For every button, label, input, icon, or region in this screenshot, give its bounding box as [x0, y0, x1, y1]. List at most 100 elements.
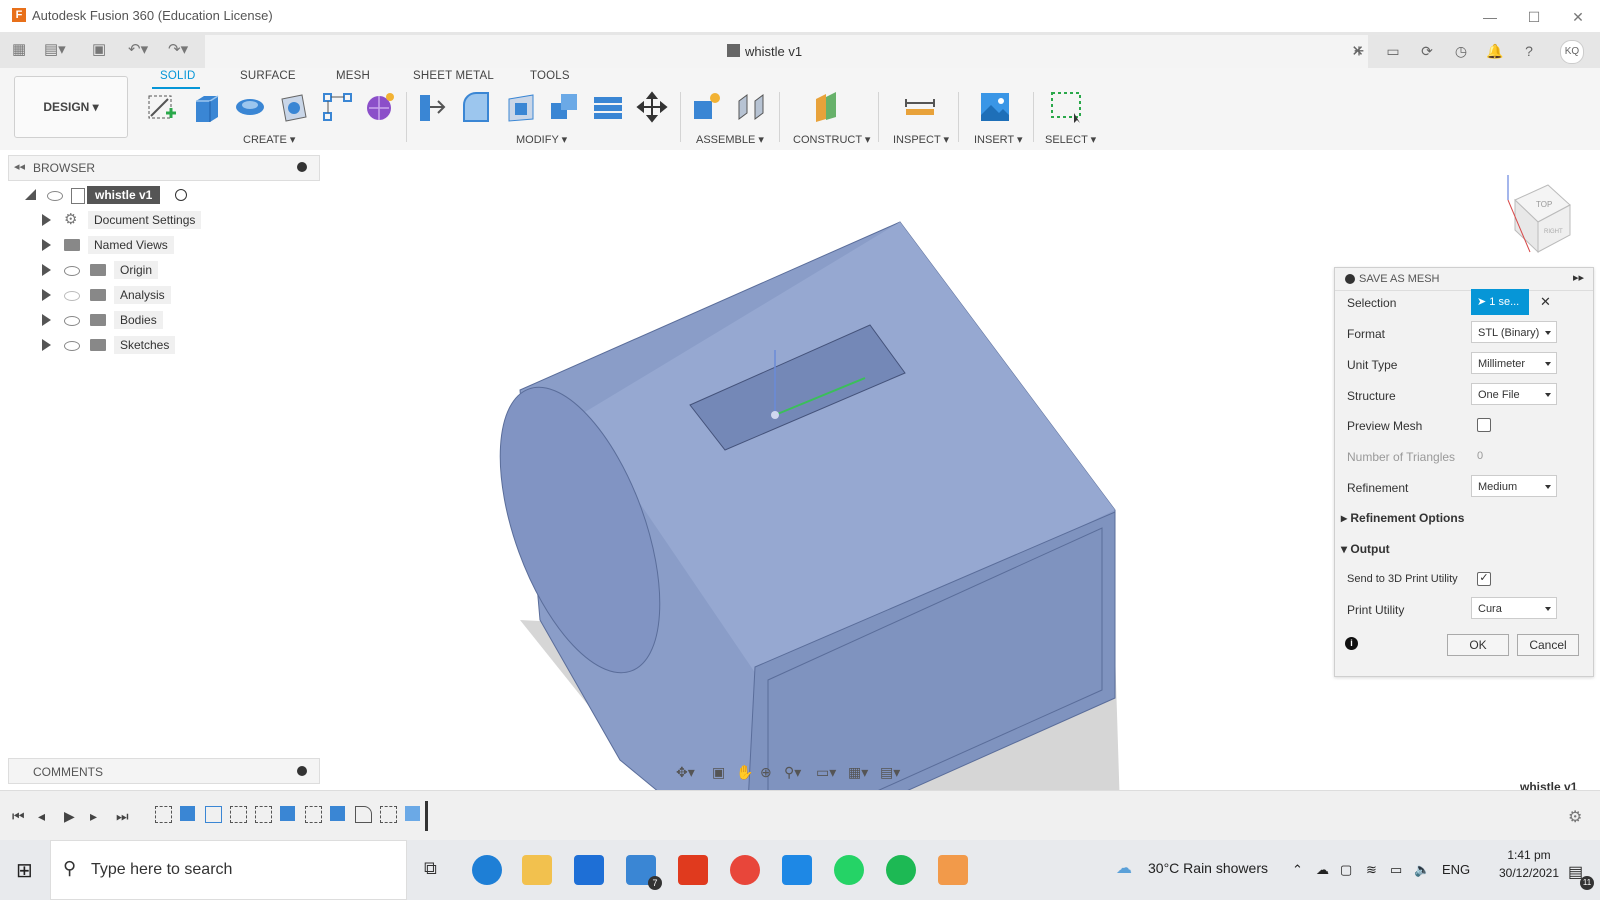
- save-icon[interactable]: ▣: [92, 40, 106, 58]
- timeline-marker[interactable]: [425, 801, 428, 831]
- minimize-button[interactable]: —: [1470, 6, 1510, 28]
- assemble-group-menu[interactable]: ASSEMBLE ▾: [696, 133, 764, 146]
- tab-tools[interactable]: TOOLS: [530, 70, 570, 82]
- fillet-icon[interactable]: [460, 91, 492, 123]
- unit-type-select[interactable]: Millimeter: [1471, 352, 1557, 374]
- timeline-sketch-icon[interactable]: [380, 806, 397, 823]
- browser-pin-icon[interactable]: [297, 162, 307, 172]
- joint-icon[interactable]: [735, 91, 767, 123]
- step-forward-icon[interactable]: ▸: [90, 808, 97, 825]
- fusion-taskbar-icon[interactable]: [938, 855, 968, 885]
- edge-browser-icon[interactable]: [472, 855, 502, 885]
- comments-panel-header[interactable]: COMMENTS: [8, 758, 320, 784]
- pan-hand-icon[interactable]: ✋: [736, 764, 753, 781]
- create-sketch-icon[interactable]: [146, 91, 178, 123]
- cancel-button[interactable]: Cancel: [1517, 634, 1579, 656]
- tab-mesh[interactable]: MESH: [336, 70, 370, 82]
- battery-icon[interactable]: ▭: [1390, 862, 1402, 878]
- offset-plane-icon[interactable]: [812, 91, 844, 123]
- close-window-button[interactable]: ✕: [1558, 6, 1598, 28]
- preview-mesh-checkbox[interactable]: [1477, 418, 1491, 432]
- create-form-icon[interactable]: [364, 91, 396, 123]
- expand-arrow-icon[interactable]: [42, 264, 51, 276]
- expand-arrow-icon[interactable]: [42, 314, 51, 326]
- tab-sheet-metal[interactable]: SHEET METAL: [413, 70, 494, 82]
- grid-settings-icon[interactable]: ▦▾: [848, 764, 868, 781]
- notifications-bell-icon[interactable]: 🔔: [1484, 40, 1506, 62]
- ok-button[interactable]: OK: [1447, 634, 1509, 656]
- shell-icon[interactable]: [505, 91, 537, 123]
- tab-surface[interactable]: SURFACE: [240, 70, 296, 82]
- sync-icon[interactable]: ⟳: [1416, 40, 1438, 62]
- maximize-button[interactable]: ☐: [1514, 6, 1554, 28]
- undo-icon[interactable]: ↶▾: [128, 40, 148, 58]
- expand-arrow-icon[interactable]: [42, 339, 51, 351]
- whatsapp-icon[interactable]: [834, 855, 864, 885]
- file-explorer-icon[interactable]: [522, 855, 552, 885]
- go-to-start-icon[interactable]: ⏮: [12, 808, 25, 825]
- timeline-fillet-icon[interactable]: [355, 806, 372, 823]
- new-tab-plus-icon[interactable]: +: [1348, 40, 1370, 62]
- timeline-settings-gear-icon[interactable]: ⚙: [1568, 807, 1582, 827]
- hole-icon[interactable]: [278, 91, 310, 123]
- timeline-shell-icon[interactable]: [205, 806, 222, 823]
- press-pull-icon[interactable]: [416, 91, 448, 123]
- timeline-sketch-icon[interactable]: [255, 806, 272, 823]
- format-select[interactable]: STL (Binary): [1471, 321, 1557, 343]
- clear-selection-icon[interactable]: ✕: [1540, 294, 1551, 310]
- modify-group-menu[interactable]: MODIFY ▾: [516, 133, 567, 146]
- office-icon[interactable]: [678, 855, 708, 885]
- data-panel-grid-icon[interactable]: ▦: [12, 40, 26, 58]
- language-indicator[interactable]: ENG: [1442, 862, 1470, 877]
- fit-icon[interactable]: ⚲▾: [784, 764, 801, 781]
- insert-group-menu[interactable]: INSERT ▾: [974, 133, 1023, 146]
- selection-button[interactable]: ➤ 1 se...: [1471, 289, 1529, 315]
- info-icon[interactable]: i: [1345, 637, 1358, 650]
- extrude-icon[interactable]: [190, 91, 222, 123]
- structure-select[interactable]: One File: [1471, 383, 1557, 405]
- expand-arrow-icon[interactable]: [42, 289, 51, 301]
- collapse-browser-icon[interactable]: ◂◂: [14, 160, 25, 173]
- step-back-icon[interactable]: ◂: [38, 808, 45, 825]
- send-to-print-checkbox[interactable]: ✓: [1477, 572, 1491, 586]
- select-window-icon[interactable]: [1050, 91, 1082, 123]
- tab-solid[interactable]: SOLID: [160, 70, 196, 82]
- visibility-eye-icon[interactable]: [64, 341, 80, 351]
- construct-group-menu[interactable]: CONSTRUCT ▾: [793, 133, 870, 146]
- inspect-group-menu[interactable]: INSPECT ▾: [893, 133, 949, 146]
- dialog-minus-icon[interactable]: [1345, 274, 1355, 284]
- wifi-icon[interactable]: ≋: [1366, 862, 1377, 878]
- user-avatar[interactable]: KQ: [1560, 40, 1584, 64]
- expand-dialog-icon[interactable]: ▸▸: [1573, 271, 1584, 284]
- expand-arrow-icon[interactable]: [42, 239, 51, 251]
- spotify-icon[interactable]: [886, 855, 916, 885]
- dialog-header[interactable]: SAVE AS MESH ▸▸: [1335, 268, 1593, 291]
- browser-header[interactable]: ◂◂ BROWSER: [8, 155, 320, 181]
- timeline-sketch-icon[interactable]: [230, 806, 247, 823]
- expand-arrow-icon[interactable]: [42, 214, 51, 226]
- play-icon[interactable]: ▶: [64, 808, 75, 825]
- combine-icon[interactable]: [549, 91, 581, 123]
- view-cube-icon[interactable]: TOP RIGHT: [1500, 170, 1580, 260]
- measure-icon[interactable]: [904, 91, 936, 123]
- cloud-icon[interactable]: ☁: [1316, 862, 1329, 878]
- create-group-menu[interactable]: CREATE ▾: [243, 133, 295, 146]
- insert-image-icon[interactable]: [979, 91, 1011, 123]
- visibility-eye-icon[interactable]: [64, 316, 80, 326]
- new-component-icon[interactable]: [690, 91, 722, 123]
- move-copy-icon[interactable]: [636, 91, 668, 123]
- weather-text[interactable]: 30°C Rain showers: [1148, 860, 1268, 876]
- windows-start-icon[interactable]: ⊞: [16, 858, 33, 883]
- go-to-end-icon[interactable]: ⏭: [116, 808, 129, 825]
- browser-root-row[interactable]: whistle v1: [25, 185, 325, 207]
- pattern-icon[interactable]: [322, 91, 354, 123]
- timeline-sketch-icon[interactable]: [155, 806, 172, 823]
- comments-icon[interactable]: ▭: [1382, 40, 1404, 62]
- clock[interactable]: 1:41 pm 30/12/2021: [1494, 848, 1564, 880]
- add-comment-icon[interactable]: [297, 766, 307, 776]
- redo-icon[interactable]: ↷▾: [168, 40, 188, 58]
- revolve-icon[interactable]: [234, 91, 266, 123]
- timeline-extrude-icon[interactable]: [330, 806, 345, 821]
- split-body-icon[interactable]: [592, 91, 624, 123]
- document-app-icon[interactable]: [782, 855, 812, 885]
